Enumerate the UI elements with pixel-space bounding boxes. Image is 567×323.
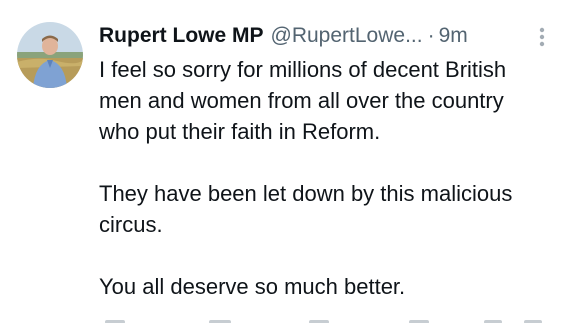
author-handle[interactable]: @RupertLowe... [271,21,423,51]
more-options-button[interactable] [530,24,554,50]
tweet-timestamp[interactable]: 9m [439,21,468,51]
tweet-card[interactable]: Rupert Lowe MP @RupertLowe... · 9m I fee… [0,0,567,323]
author-name[interactable]: Rupert Lowe MP [99,21,264,51]
header-separator: · [427,24,435,47]
tweet-paragraph: They have been let down by this maliciou… [99,181,513,237]
action-bar [99,317,549,323]
tweet-header: Rupert Lowe MP @RupertLowe... · 9m [99,21,468,51]
author-avatar[interactable] [17,22,83,88]
tweet-paragraph: I feel so sorry for millions of decent B… [99,57,507,144]
profile-photo [17,22,83,88]
more-vertical-icon [539,27,545,47]
tweet-paragraph: You all deserve so much better. [99,274,406,299]
tweet-text: I feel so sorry for millions of decent B… [99,54,549,302]
